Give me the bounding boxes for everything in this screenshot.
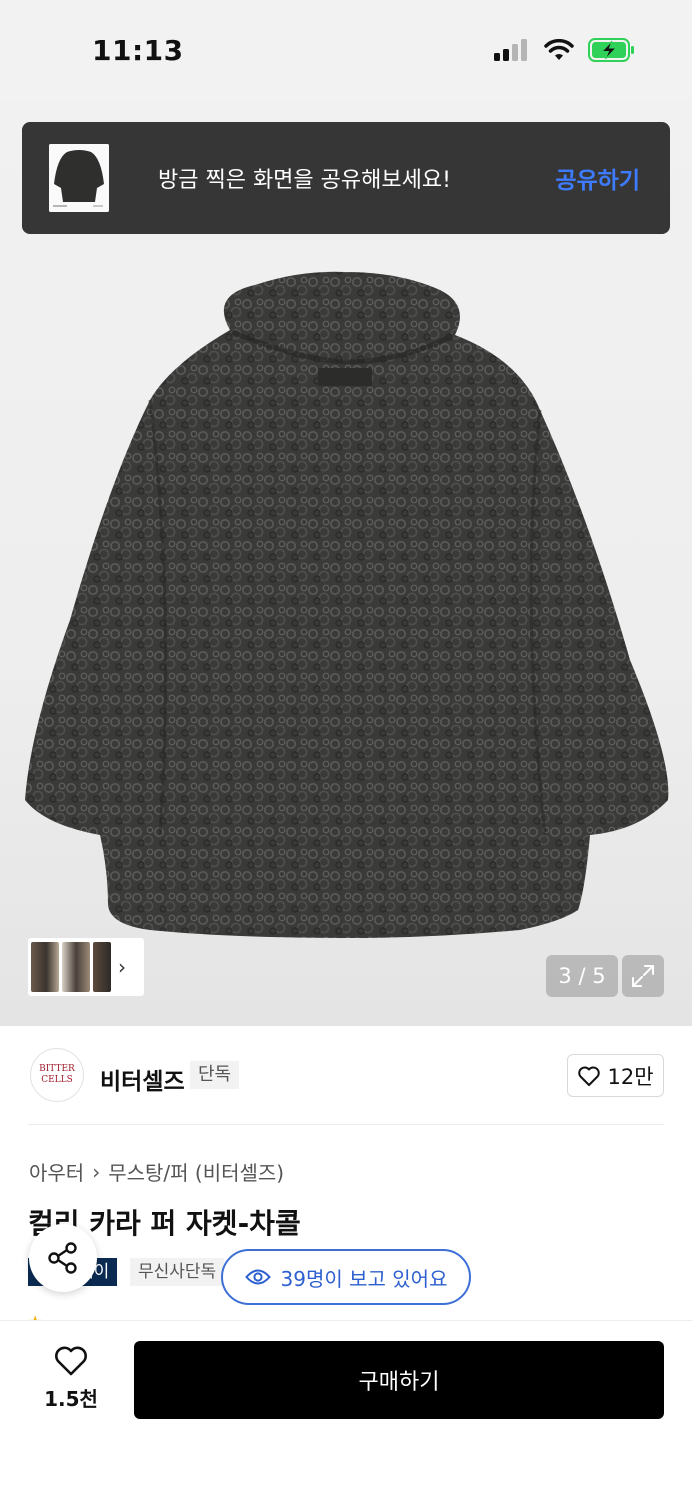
- divider: [28, 1124, 664, 1125]
- brand-like-count: 12만: [607, 1064, 654, 1089]
- expand-button[interactable]: [622, 955, 664, 997]
- brand-logo[interactable]: BITTER CELLS: [30, 1048, 84, 1102]
- share-icon: [48, 1242, 77, 1274]
- heart-icon: [578, 1066, 601, 1086]
- share-button[interactable]: [29, 1224, 97, 1292]
- brand-logo-line2: CELLS: [41, 1075, 73, 1085]
- eye-icon: [244, 1269, 271, 1285]
- wishlist-count: 1.5천: [44, 1387, 98, 1411]
- breadcrumb: 아우터 › 무스탕/퍼 (비터셀즈): [29, 1157, 284, 1186]
- share-toast: 방금 찍은 화면을 공유해보세요! 공유하기: [22, 122, 670, 234]
- chevron-right-icon: ›: [92, 1159, 101, 1184]
- breadcrumb-category[interactable]: 아우터: [29, 1157, 84, 1186]
- exclusive-badge: 무신사단독: [130, 1258, 225, 1286]
- screenshot-thumbnail[interactable]: [49, 144, 109, 212]
- brand-logo-line1: BITTER: [39, 1064, 75, 1074]
- brand-like-button[interactable]: 12만: [567, 1054, 664, 1097]
- viewers-indicator: 39명이 보고 있어요: [221, 1249, 471, 1305]
- brand-exclusive-tag: 단독: [190, 1061, 240, 1089]
- thumbnail-2[interactable]: [62, 942, 90, 992]
- thumbnail-1[interactable]: [31, 942, 59, 992]
- toast-share-button[interactable]: 공유하기: [555, 161, 640, 195]
- heart-icon: [55, 1346, 87, 1376]
- wishlist-button[interactable]: 1.5천: [36, 1345, 106, 1412]
- thumbnail-strip[interactable]: ›: [28, 938, 144, 996]
- product-image[interactable]: [0, 100, 692, 1026]
- status-icons: [494, 38, 636, 62]
- thumbnail-3[interactable]: [93, 942, 111, 992]
- image-counter: 3 / 5: [546, 955, 618, 997]
- signal-icon: [494, 39, 527, 61]
- breadcrumb-subcategory[interactable]: 무스탕/퍼 (비터셀즈): [108, 1157, 284, 1186]
- toast-message: 방금 찍은 화면을 공유해보세요!: [158, 168, 451, 193]
- coat-illustration: [25, 271, 669, 938]
- viewers-text: 39명이 보고 있어요: [280, 1266, 448, 1291]
- chevron-right-icon[interactable]: ›: [118, 955, 126, 979]
- brand-name[interactable]: 비터셀즈: [100, 1062, 185, 1096]
- coat-thumbnail-image: [49, 144, 109, 212]
- status-bar: 11:13: [0, 0, 692, 100]
- wifi-icon: [544, 39, 574, 60]
- status-time: 11:13: [92, 34, 184, 67]
- expand-icon: [632, 965, 654, 987]
- battery-charging-icon: [588, 38, 634, 62]
- buy-button[interactable]: 구매하기: [134, 1341, 664, 1419]
